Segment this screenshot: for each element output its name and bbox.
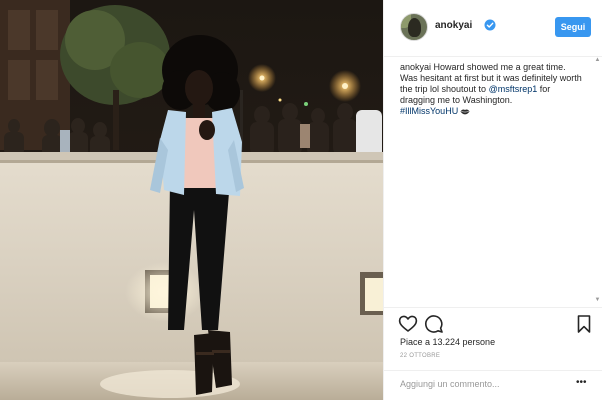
post-header: anokyai Segui <box>384 0 602 57</box>
post-actions: Piace a 13.224 persone 22 OTTOBRE ••• <box>384 307 602 395</box>
scroll-up-arrow-icon[interactable]: ▲ <box>594 56 601 64</box>
post-caption: anokyai Howard showed me a great time. W… <box>400 62 582 117</box>
heart-icon[interactable] <box>398 314 418 334</box>
post-username[interactable]: anokyai <box>435 20 472 31</box>
comment-input[interactable] <box>400 377 570 391</box>
caption-mention-link[interactable]: @msftsrep1 <box>489 84 538 94</box>
scroll-down-arrow-icon[interactable]: ▼ <box>594 296 601 304</box>
bookmark-icon[interactable] <box>574 314 594 334</box>
comment-bubble-icon[interactable] <box>424 314 444 334</box>
avatar-photo-figure <box>408 18 421 37</box>
more-options-icon[interactable]: ••• <box>576 377 587 389</box>
post-date[interactable]: 22 OTTOBRE <box>400 353 440 359</box>
caption-hashtag-link[interactable]: #IllMissYouHU <box>400 106 458 116</box>
post-modal: anokyai Segui ▲ anokyai Howard showed me… <box>0 0 602 400</box>
post-info-panel: anokyai Segui ▲ anokyai Howard showed me… <box>383 0 602 400</box>
add-comment-bar: ••• <box>384 370 602 396</box>
likes-count[interactable]: Piace a 13.224 persone <box>400 337 495 347</box>
post-photo[interactable] <box>0 0 383 400</box>
lips-icon <box>460 109 470 115</box>
follow-button[interactable]: Segui <box>555 17 591 37</box>
caption-username[interactable]: anokyai <box>400 62 431 72</box>
avatar[interactable] <box>400 13 428 41</box>
photo-image <box>0 0 383 400</box>
verified-badge-icon <box>484 19 496 31</box>
